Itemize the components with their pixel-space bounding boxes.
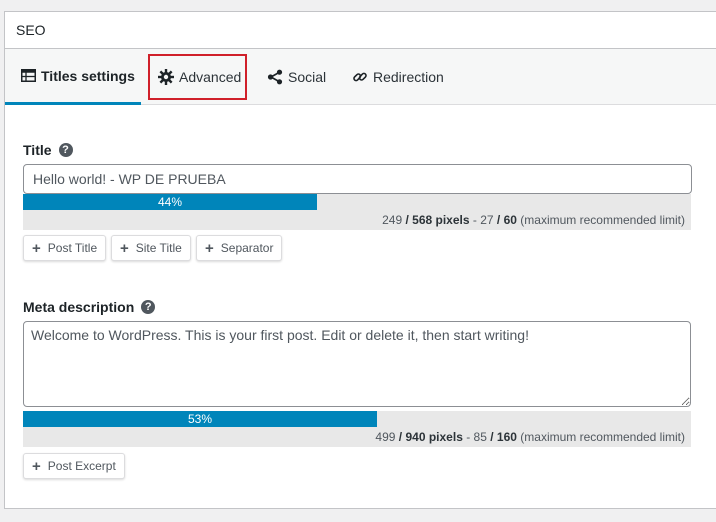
title-progress-bar: 44% [23, 194, 317, 210]
meta-progress-bar: 53% [23, 411, 377, 427]
tab-social[interactable]: Social [267, 49, 326, 104]
gear-icon [158, 68, 174, 85]
meta-label-text: Meta description [23, 299, 135, 315]
link-icon [352, 69, 368, 85]
title-field-label: Title ? [23, 142, 73, 158]
add-post-excerpt-button[interactable]: + Post Excerpt [23, 453, 125, 479]
plus-icon: + [32, 239, 41, 257]
title-label-text: Title [23, 142, 52, 158]
share-icon [267, 69, 283, 85]
seo-panel: SEO Titles settings Advanced Social Redi… [4, 11, 716, 509]
add-site-title-button[interactable]: + Site Title [111, 235, 191, 261]
tab-titles-settings[interactable]: Titles settings [5, 49, 141, 105]
plus-icon: + [120, 239, 129, 257]
tab-label: Advanced [179, 68, 242, 85]
meta-field-label: Meta description ? [23, 299, 156, 315]
meta-length-info: 499 / 940 pixels - 85 / 160 (maximum rec… [375, 430, 685, 444]
plus-icon: + [205, 239, 214, 257]
help-icon[interactable]: ? [58, 143, 73, 157]
plus-icon: + [32, 457, 41, 475]
tab-label: Social [288, 68, 327, 85]
tab-bar: Titles settings Advanced Social Redirect… [5, 49, 716, 105]
meta-description-textarea[interactable]: Welcome to WordPress. This is your first… [23, 321, 691, 407]
add-post-title-button[interactable]: + Post Title [23, 235, 107, 261]
table-icon [21, 69, 36, 82]
tab-label: Titles settings [41, 67, 135, 84]
title-progress: 44% 249 / 568 pixels - 27 / 60 (maximum … [23, 194, 691, 230]
help-icon[interactable]: ? [141, 300, 156, 314]
meta-progress: 53% 499 / 940 pixels - 85 / 160 (maximum… [23, 411, 691, 447]
title-length-info: 249 / 568 pixels - 27 / 60 (maximum reco… [382, 213, 685, 227]
tab-redirection[interactable]: Redirection [352, 49, 444, 104]
title-input[interactable] [23, 164, 692, 194]
panel-title: SEO [5, 12, 716, 49]
add-separator-button[interactable]: + Separator [196, 235, 283, 261]
tab-advanced[interactable]: Advanced [158, 49, 241, 104]
tab-label: Redirection [373, 68, 444, 85]
